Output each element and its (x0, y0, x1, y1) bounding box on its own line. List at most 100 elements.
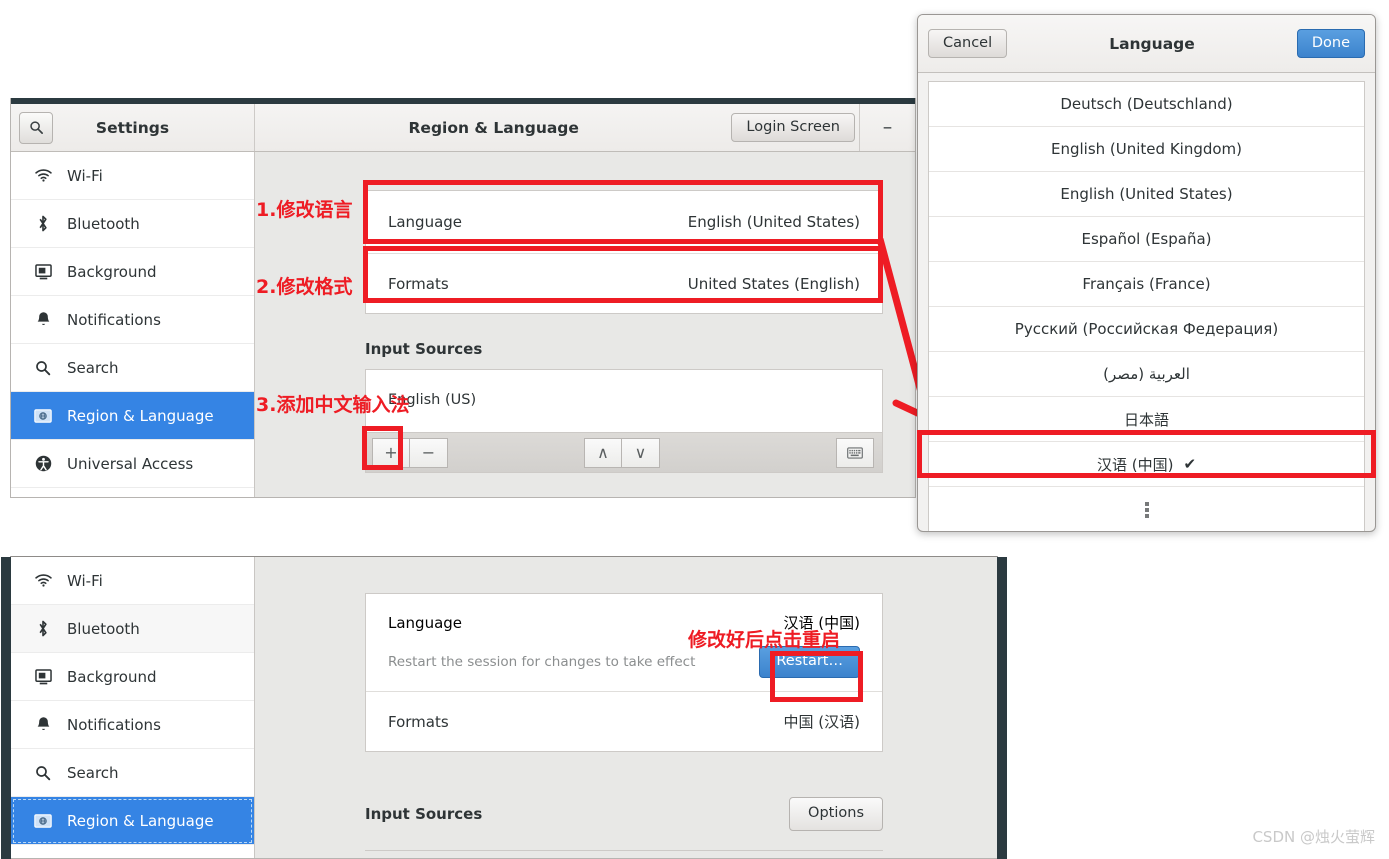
input-sources-list: English (US) (365, 369, 883, 433)
list-item[interactable]: English (United Kingdom) (929, 127, 1364, 172)
input-sources-heading: Input Sources (365, 340, 483, 358)
sidebar-item-label: Bluetooth (67, 619, 140, 638)
sidebar-item-wifi[interactable]: Wi-Fi (11, 152, 254, 200)
content-area: Language 汉语 (中国) Restart the session for… (255, 557, 997, 858)
sidebar-item-region-language[interactable]: Region & Language (11, 797, 254, 845)
sidebar-item-wifi[interactable]: Wi-Fi (11, 557, 254, 605)
list-item[interactable]: Русский (Российская Федерация) (929, 307, 1364, 352)
sidebar-item-label: Background (67, 667, 157, 686)
move-up-button[interactable]: ∧ (584, 437, 622, 468)
sidebar-item-label: Universal Access (67, 454, 194, 473)
search-icon (33, 360, 53, 376)
highlight-add-button (362, 426, 403, 470)
bell-icon (33, 716, 53, 733)
move-group: ∧ ∨ (584, 437, 660, 468)
sidebar-item-label: Wi-Fi (67, 166, 103, 185)
titlebar: Settings Region & Language Login Screen … (11, 98, 915, 152)
sidebar: Wi-Fi Bluetooth Background Notifications… (11, 152, 255, 497)
highlight-chinese-option (917, 430, 1376, 478)
remove-input-source-button[interactable]: − (410, 437, 448, 468)
minimize-button[interactable]: – (859, 104, 915, 151)
input-sources-panel: English (US) + − ∧ ∨ (365, 369, 883, 473)
sidebar-item-label: Notifications (67, 715, 161, 734)
sidebar-item-bluetooth[interactable]: Bluetooth (11, 200, 254, 248)
language-option-label: Español (España) (1081, 230, 1212, 248)
accessibility-icon (33, 455, 53, 472)
annotation-step-4: 修改好后点击重启 (688, 629, 841, 651)
cancel-button[interactable]: Cancel (928, 28, 1008, 59)
move-down-button[interactable]: ∨ (622, 437, 660, 468)
page-title: Settings (95, 118, 170, 137)
background-icon (33, 263, 53, 280)
region-icon (33, 408, 53, 423)
keyboard-icon[interactable] (836, 437, 874, 468)
list-item[interactable]: English (United States) (929, 172, 1364, 217)
annotation-step-2: 2.修改格式 (256, 276, 353, 298)
sidebar-item-label: Wi-Fi (67, 571, 103, 590)
list-item[interactable]: العربية (مصر) (929, 352, 1364, 397)
annotation-step-3: 3.添加中文输入法 (256, 394, 410, 416)
list-item[interactable]: Deutsch (Deutschland) (929, 82, 1364, 127)
search-icon[interactable] (19, 111, 53, 144)
more-dots-glyph (1144, 500, 1149, 520)
input-sources-header: Input Sources Options (365, 797, 883, 831)
sidebar-item-bluetooth[interactable]: Bluetooth (11, 605, 254, 653)
list-item[interactable]: Français (France) (929, 262, 1364, 307)
sidebar-item-region-language[interactable]: Region & Language (11, 392, 254, 440)
sidebar-item-label: Search (67, 763, 119, 782)
sidebar-item-background[interactable]: Background (11, 653, 254, 701)
sidebar-item-notifications[interactable]: Notifications (11, 296, 254, 344)
titlebar-left: Settings (11, 104, 255, 151)
wifi-icon (33, 574, 53, 587)
search-glyph (29, 121, 43, 134)
formats-label: Formats (388, 712, 449, 731)
language-option-label: English (United Kingdom) (1050, 140, 1243, 158)
region-icon (33, 813, 53, 828)
highlight-language-row (363, 180, 883, 244)
bell-icon (33, 311, 53, 328)
done-button[interactable]: Done (1296, 28, 1365, 59)
sidebar-item-label: Background (67, 262, 157, 281)
sidebar-item-search[interactable]: Search (11, 749, 254, 797)
list-item[interactable]: English (US) (366, 370, 882, 420)
language-option-label: English (United States) (1060, 185, 1233, 203)
restart-note: Restart the session for changes to take … (388, 654, 696, 670)
sidebar: Wi-Fi Bluetooth Background Notifications… (11, 557, 255, 858)
more-dots-icon[interactable] (929, 487, 1364, 531)
sidebar-item-background[interactable]: Background (11, 248, 254, 296)
language-option-label: Français (France) (1082, 275, 1211, 293)
options-button[interactable]: Options (789, 797, 883, 831)
input-sources-toolbar: + − ∧ ∨ (365, 433, 883, 473)
settings-window-bottom: Wi-Fi Bluetooth Background Notifications… (1, 556, 1007, 859)
sidebar-item-label: Region & Language (67, 406, 214, 425)
window-left-edge (1, 557, 11, 859)
language-label: Language (388, 613, 463, 632)
bluetooth-icon (33, 215, 53, 232)
formats-value: 中国 (汉语) (783, 713, 860, 731)
list-item[interactable]: Español (España) (929, 217, 1364, 262)
dialog-title: Language (1109, 34, 1195, 53)
input-sources-divider (365, 850, 883, 851)
wifi-icon (33, 169, 53, 182)
sidebar-item-universal-access[interactable]: Universal Access (11, 440, 254, 488)
window-right-edge (997, 557, 1007, 859)
background-icon (33, 668, 53, 685)
sidebar-item-search[interactable]: Search (11, 344, 254, 392)
sidebar-item-label: Search (67, 358, 119, 377)
screenshot-root: Settings Region & Language Login Screen … (0, 0, 1389, 859)
input-sources-heading: Input Sources (365, 804, 483, 823)
search-icon (33, 765, 53, 781)
sidebar-item-notifications[interactable]: Notifications (11, 701, 254, 749)
window-body: Wi-Fi Bluetooth Background Notifications… (11, 557, 997, 858)
login-screen-button[interactable]: Login Screen (731, 112, 855, 143)
sidebar-item-label: Region & Language (67, 811, 214, 830)
watermark: CSDN @烛火萤辉 (1252, 828, 1375, 846)
highlight-formats-row (363, 246, 883, 303)
language-option-label: Русский (Российская Федерация) (1014, 320, 1279, 338)
sidebar-item-label: Bluetooth (67, 214, 140, 233)
sidebar-item-label: Notifications (67, 310, 161, 329)
dialog-header: Cancel Language Done (918, 15, 1375, 73)
titlebar-right: Region & Language Login Screen – (256, 104, 915, 151)
annotation-step-1: 1.修改语言 (256, 199, 353, 221)
highlight-restart-button (770, 651, 863, 702)
